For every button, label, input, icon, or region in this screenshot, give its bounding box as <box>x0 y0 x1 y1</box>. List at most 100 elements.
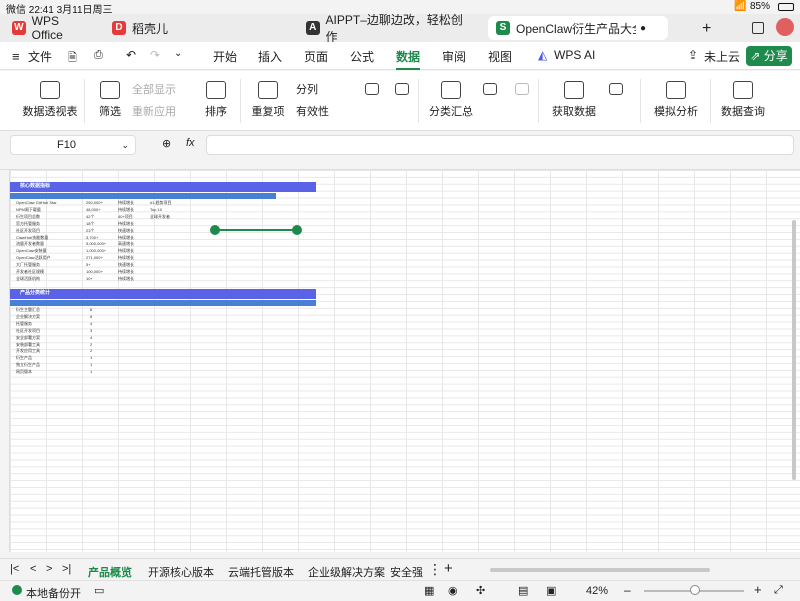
split-column-button[interactable]: 分列 <box>296 81 346 97</box>
menu-data[interactable]: 数据 <box>396 48 421 70</box>
print-icon[interactable]: ⎙ <box>94 49 103 62</box>
zoom-in-icon[interactable]: ⊕ <box>162 137 171 150</box>
cloud-status[interactable]: 未上云 <box>704 48 740 65</box>
backup-status-text[interactable]: 本地备份开 <box>26 585 81 601</box>
sheet-tab-0[interactable]: 产品概览 <box>88 564 132 584</box>
menu-hamburger-icon[interactable]: ≡ <box>12 49 20 64</box>
horizontal-scrollbar[interactable] <box>490 568 710 572</box>
what-if-button[interactable]: 模拟分析 <box>648 81 704 119</box>
table-cell[interactable]: 安全部署方案 <box>16 335 68 341</box>
focus-mode-icon[interactable]: ✣ <box>476 584 485 597</box>
get-data-button[interactable]: 获取数据 <box>546 81 602 119</box>
sheet-tab-4[interactable]: 安全强 <box>390 564 423 580</box>
fx-icon[interactable]: fx <box>186 137 195 149</box>
sheet-tab-2[interactable]: 云端托管版本 <box>228 564 294 580</box>
spreadsheet-grid[interactable]: 核心数据指标 OpenClaw GitHub Star 250,000+ 持续增长 #… <box>0 160 800 552</box>
add-sheet-icon[interactable]: + <box>444 560 453 577</box>
menu-insert[interactable]: 插入 <box>258 48 282 65</box>
menu-formula[interactable]: 公式 <box>350 48 374 65</box>
sort-button[interactable]: 排序 <box>198 81 234 119</box>
filter-button[interactable]: 筛选 <box>92 81 128 119</box>
table-cell[interactable]: 持续增长 <box>118 276 170 282</box>
menu-wps-ai[interactable]: WPS AI <box>554 48 595 62</box>
group-button[interactable] <box>480 83 500 99</box>
table-cell[interactable]: 社区开发项目 <box>16 328 68 334</box>
table-cell[interactable]: 独立衍生产品 <box>16 362 68 368</box>
document-icon[interactable]: ▭ <box>94 584 104 597</box>
first-sheet-icon[interactable]: |< <box>10 563 19 575</box>
table-cell[interactable]: 持续增长 <box>118 255 170 261</box>
menu-file[interactable]: 文件 <box>28 48 52 65</box>
table-cell[interactable]: 大厂托管服务 <box>16 262 68 268</box>
chevron-down-icon[interactable]: ⌄ <box>174 48 182 59</box>
refresh-button[interactable] <box>606 83 626 99</box>
table-cell[interactable]: 持续增长 <box>118 248 170 254</box>
table-cell[interactable]: NPM周下载量 <box>16 207 68 213</box>
fullscreen-icon[interactable]: ⤢ <box>774 584 783 597</box>
table-cell[interactable]: 社区开发项目 <box>16 228 68 234</box>
table-cell[interactable]: 持续增长 <box>118 221 170 227</box>
share-button[interactable]: ⇗ 分享 <box>746 46 792 66</box>
pivot-table-button[interactable]: 数据透视表 <box>20 81 80 119</box>
close-tab-icon[interactable]: ● <box>640 23 646 34</box>
table-cell[interactable]: 开发者社区规模 <box>16 269 68 275</box>
table-cell[interactable]: OpenClaw安装量 <box>16 248 68 254</box>
show-all-button[interactable]: 全部显示 <box>132 81 192 97</box>
save-icon[interactable]: 🗎 <box>68 49 77 68</box>
menu-page[interactable]: 页面 <box>304 48 328 65</box>
table-cell[interactable]: 官方托管服务 <box>16 221 68 227</box>
table-cell[interactable]: 开发应用工具 <box>16 348 68 354</box>
table-cell[interactable]: 2 <box>90 342 142 347</box>
normal-view-icon[interactable]: ▤ <box>518 584 528 597</box>
vertical-scrollbar[interactable] <box>792 220 796 480</box>
table-cell[interactable]: 8 <box>90 307 142 312</box>
eye-protect-icon[interactable]: ◉ <box>448 584 458 597</box>
grid-view-icon[interactable]: ▦ <box>424 584 434 597</box>
table-cell[interactable]: 衍生主题汇总 <box>16 307 68 313</box>
table-cell[interactable]: 流量开发者数量 <box>16 241 68 247</box>
tab-openclaw-sheet[interactable]: S OpenClaw衍生产品大全统 ● <box>488 16 668 40</box>
next-sheet-icon[interactable]: > <box>46 563 52 575</box>
name-box[interactable]: F10 ⌄ <box>10 135 136 155</box>
sheet-menu-icon[interactable]: ⋮ <box>428 561 442 578</box>
table-cell[interactable]: Top 10 <box>150 207 202 212</box>
table-cell[interactable]: 网页版本 <box>16 369 68 375</box>
record-button[interactable] <box>512 83 532 99</box>
table-cell[interactable]: OpenClaw GitHub Star <box>16 200 68 205</box>
duplicates-button[interactable]: 重复项 <box>248 81 288 119</box>
zoom-slider-thumb[interactable] <box>690 585 700 595</box>
table-cell[interactable]: 4 <box>90 335 142 340</box>
tab-docer[interactable]: D 稻壳儿 <box>104 16 194 40</box>
zoom-out-icon[interactable]: – <box>624 583 631 597</box>
table-cell[interactable]: 1 <box>90 369 142 374</box>
selection-handle-right[interactable] <box>292 225 302 235</box>
table-cell[interactable]: OpenClaw活跃用户 <box>16 255 68 261</box>
sheet-tab-3[interactable]: 企业级解决方案 <box>308 564 385 580</box>
formula-input[interactable] <box>206 135 794 155</box>
table-cell[interactable]: 企业解决方案 <box>16 314 68 320</box>
page-view-icon[interactable]: ▣ <box>546 584 556 597</box>
table-cell[interactable]: 全球活跃机构 <box>16 276 68 282</box>
table-cell[interactable]: 快速增长 <box>118 262 170 268</box>
table-cell[interactable]: 3 <box>90 328 142 333</box>
avatar[interactable] <box>776 18 794 36</box>
subtotal-button[interactable]: 分类汇总 <box>426 81 476 119</box>
reapply-button[interactable]: 重新应用 <box>132 103 192 119</box>
data-query-button[interactable]: 数据查询 <box>718 81 768 119</box>
consolidate-button[interactable] <box>362 83 382 99</box>
stack-button[interactable] <box>392 83 412 99</box>
table-cell[interactable]: 衍生项目总数 <box>16 214 68 220</box>
table-cell[interactable]: 全球开发者 <box>150 214 202 220</box>
table-cell[interactable]: 持续增长 <box>118 269 170 275</box>
table-cell[interactable]: ClawHub技能数量 <box>16 235 68 241</box>
menu-home[interactable]: 开始 <box>213 48 237 65</box>
table-cell[interactable]: 安装部署工具 <box>16 342 68 348</box>
table-cell[interactable]: 衍生产品 <box>16 355 68 361</box>
redo-icon[interactable]: ↷ <box>150 48 160 62</box>
table-cell[interactable]: 持续增长 <box>118 235 170 241</box>
table-cell[interactable]: #1 趋势项目 <box>150 200 202 206</box>
zoom-level[interactable]: 42% <box>586 585 608 597</box>
table-cell[interactable]: 2 <box>90 348 142 353</box>
window-switch-icon[interactable] <box>752 22 764 34</box>
sheet-tab-1[interactable]: 开源核心版本 <box>148 564 214 580</box>
